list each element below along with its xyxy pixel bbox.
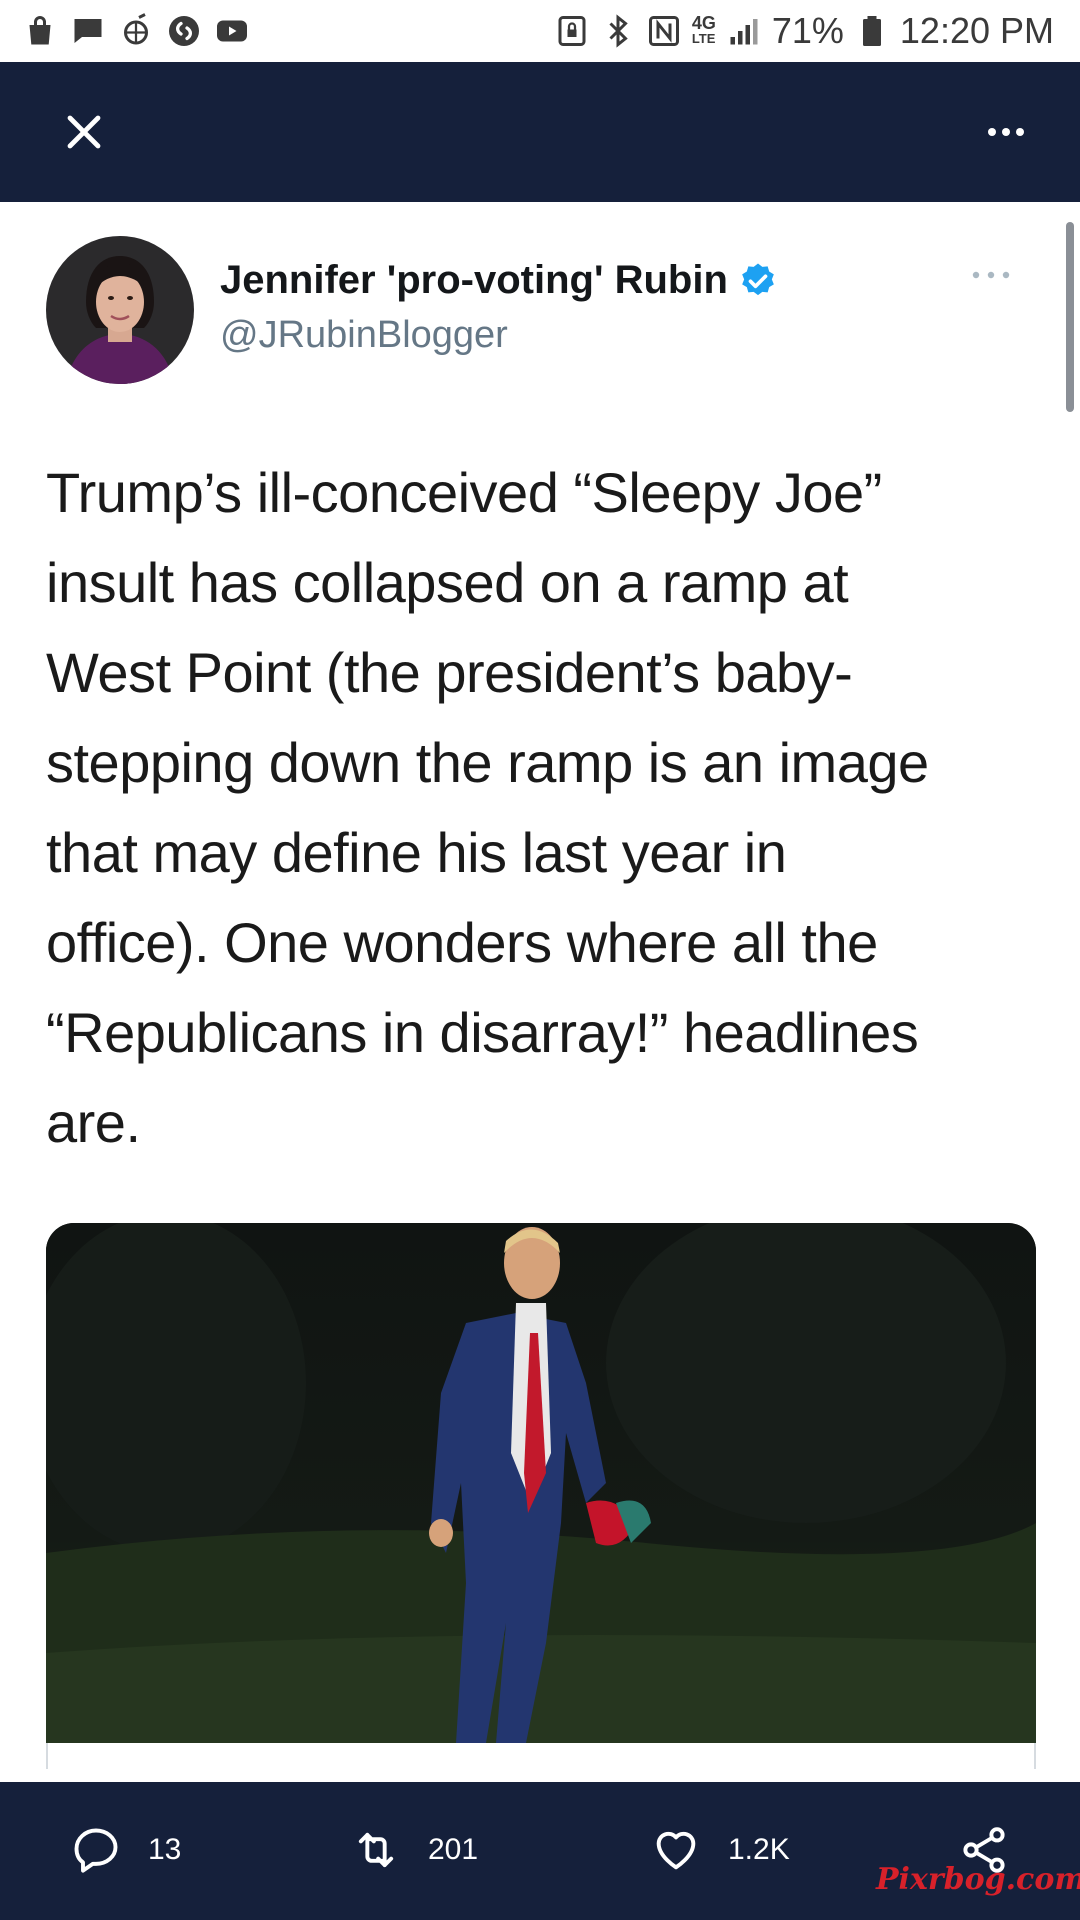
nfc-icon	[646, 13, 682, 49]
close-icon	[67, 115, 101, 149]
retweet-button[interactable]: 201	[350, 1820, 478, 1880]
like-count: 1.2K	[728, 1833, 790, 1866]
shopping-bag-icon	[22, 13, 58, 49]
app-header	[0, 62, 1080, 202]
retweet-icon	[358, 1832, 394, 1868]
author-name-row: Jennifer 'pro-voting' Rubin	[220, 258, 778, 303]
youtube-icon	[214, 13, 250, 49]
status-system: 4G LTE 71% 12:20 PM	[554, 10, 1054, 52]
lte-icon: 4G LTE	[691, 13, 716, 46]
nfc-lock-icon	[554, 13, 590, 49]
reply-icon	[74, 1828, 118, 1873]
sports-logo-icon	[118, 13, 154, 49]
reply-count: 13	[148, 1833, 182, 1866]
action-bar: 13 201 1.2K	[0, 1782, 1080, 1920]
verified-badge-icon	[742, 263, 774, 295]
author-name[interactable]: Jennifer 'pro-voting' Rubin	[220, 258, 728, 303]
status-bar: 4G LTE 71% 12:20 PM	[0, 0, 1080, 62]
signal-icon	[726, 13, 762, 49]
clock: 12:20 PM	[899, 10, 1054, 51]
tweet-text: Trump’s ill-conceived “Sleepy Joe” insul…	[46, 461, 929, 1154]
heart-icon	[656, 1831, 696, 1870]
author-handle[interactable]: @JRubinBlogger	[220, 314, 508, 357]
watermark: Pixrbog.com	[876, 1862, 1080, 1897]
chat-bubble-icon	[70, 13, 106, 49]
retweet-count: 201	[428, 1833, 479, 1866]
like-button[interactable]: 1.2K	[650, 1820, 790, 1880]
tweet-image[interactable]	[46, 1223, 1036, 1743]
more-options-button[interactable]	[976, 102, 1036, 162]
more-horizontal-icon	[988, 128, 1024, 136]
battery-percent: 71%	[771, 10, 844, 51]
status-notifications	[22, 13, 250, 49]
avatar[interactable]	[46, 236, 194, 384]
shazam-icon	[166, 13, 202, 49]
tweet-author: Jennifer 'pro-voting' Rubin @JRubinBlogg…	[46, 236, 1036, 386]
bluetooth-icon	[600, 13, 636, 49]
media-card-edge	[46, 1743, 1036, 1769]
scrollbar-thumb[interactable]	[1066, 222, 1074, 412]
close-button[interactable]	[54, 102, 114, 162]
reply-button[interactable]: 13	[70, 1820, 181, 1880]
battery-icon	[854, 13, 890, 49]
tweet-more-icon[interactable]	[966, 260, 1016, 290]
